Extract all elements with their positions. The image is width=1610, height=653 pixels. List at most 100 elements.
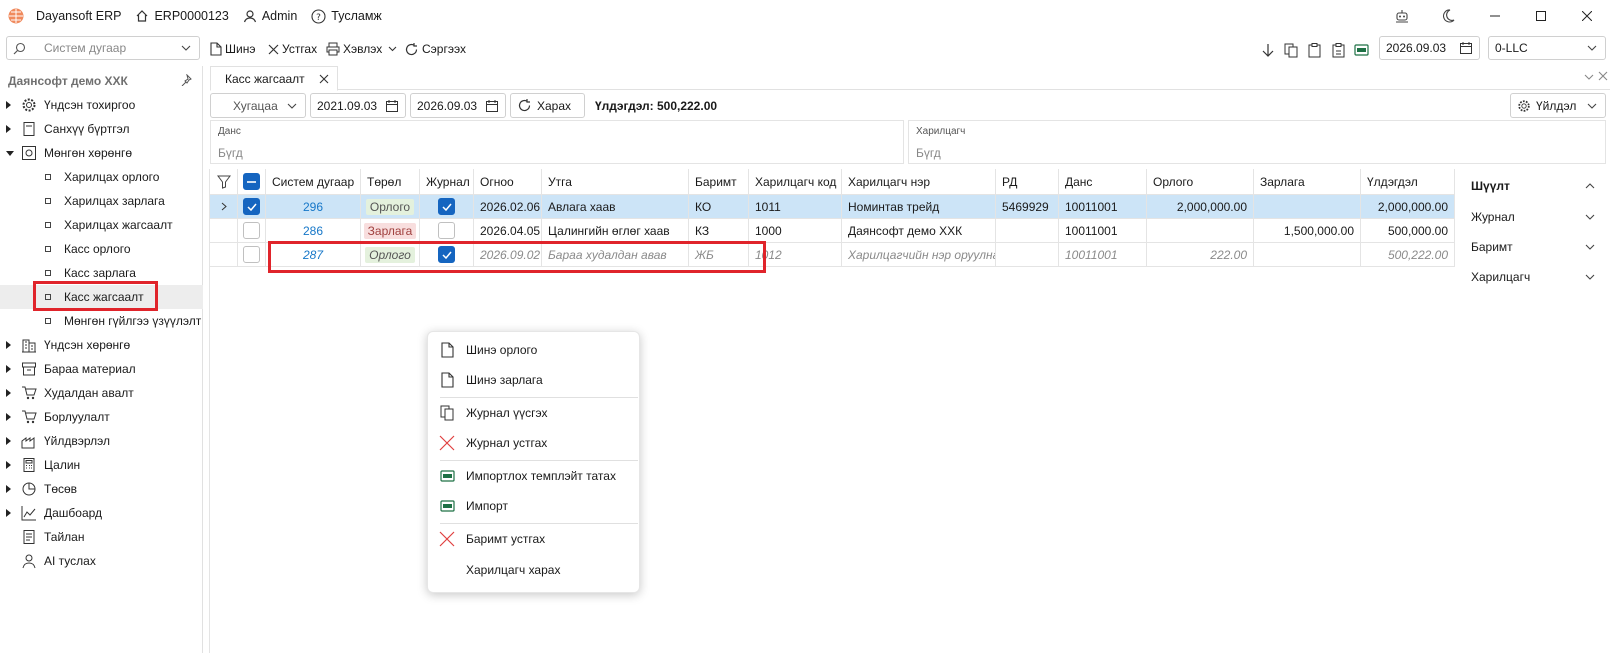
panel-partner[interactable]: Харилцагч — [1465, 266, 1595, 288]
sidebar-subitem-bank-list[interactable]: Харилцах жагсаалт — [0, 213, 203, 237]
company-select[interactable]: 0-LLC — [1488, 36, 1606, 60]
system-number-link[interactable]: 296 — [266, 195, 361, 219]
row-checkbox-cell[interactable] — [238, 243, 266, 267]
sidebar-item-basic-settings[interactable]: Үндсэн тохиргоо — [0, 93, 203, 117]
paste-special-button[interactable] — [1332, 40, 1346, 60]
user-button[interactable]: Admin — [243, 9, 297, 23]
account-filter[interactable]: Данс Бүгд — [210, 120, 904, 164]
help-button[interactable]: ? Тусламж — [311, 8, 382, 24]
row-checkbox-cell[interactable] — [238, 219, 266, 243]
sidebar-subitem-bank-expense[interactable]: Харилцах зарлага — [0, 189, 203, 213]
row-expand-toggle[interactable] — [210, 195, 238, 219]
column-header[interactable]: Баримт — [689, 169, 749, 195]
excel-button[interactable] — [1354, 40, 1369, 60]
row-checkbox[interactable] — [243, 222, 260, 239]
journal-cell[interactable] — [420, 243, 474, 267]
menu-item-view-partner[interactable]: Харилцагч харах — [428, 556, 641, 584]
sidebar-item-fixed-assets[interactable]: Үндсэн хөрөнгө — [0, 333, 203, 357]
delete-button[interactable]: Устгах — [268, 39, 317, 59]
date-picker[interactable]: 2026.09.03 — [1379, 36, 1480, 60]
journal-cell[interactable] — [420, 219, 474, 243]
partner-filter[interactable]: Харилцагч Бүгд — [908, 120, 1606, 164]
period-select[interactable]: Хугацаа — [210, 93, 306, 118]
paste-button[interactable] — [1308, 40, 1322, 60]
partner-filter-input[interactable]: Бүгд — [916, 146, 941, 160]
column-header[interactable]: Зарлага — [1254, 169, 1361, 195]
copy-button[interactable] — [1284, 40, 1298, 60]
panel-filter-header[interactable]: Шүүлт — [1465, 175, 1595, 197]
account-filter-input[interactable]: Бүгд — [218, 146, 243, 160]
journal-cell[interactable] — [420, 195, 474, 219]
action-menu-button[interactable]: Үйлдэл — [1510, 93, 1606, 118]
select-all-checkbox[interactable] — [243, 173, 260, 190]
menu-item-new-income[interactable]: Шинэ орлого — [428, 336, 641, 364]
sidebar-subitem-cash-income[interactable]: Касс орлого — [0, 237, 203, 261]
table-row[interactable]: 296 Орлого 2026.02.06 Авлага хаав КО 101… — [210, 195, 1455, 219]
sidebar-item-purchase[interactable]: Худалдан авалт — [0, 381, 203, 405]
system-number-link[interactable]: 287 — [266, 243, 361, 267]
row-checkbox[interactable] — [243, 198, 260, 215]
menu-item-import[interactable]: Импорт — [428, 492, 641, 520]
chevron-down-icon[interactable] — [1584, 74, 1594, 80]
menu-item-new-expense[interactable]: Шинэ зарлага — [428, 366, 641, 394]
column-header[interactable]: Төрөл — [361, 169, 420, 195]
search-input[interactable]: Систем дугаар — [44, 41, 126, 55]
sidebar-item-dashboard[interactable]: Дашбоард — [0, 501, 203, 525]
menu-item-delete-document[interactable]: Баримт устгах — [428, 525, 641, 553]
refresh-button[interactable]: Сэргээх — [404, 39, 466, 59]
sidebar-item-ai-assistant[interactable]: AI туслах — [0, 549, 203, 573]
print-button[interactable]: Хэвлэх — [326, 39, 397, 59]
date-from-picker[interactable]: 2021.09.03 — [310, 93, 406, 118]
tab-cash-list[interactable]: Касс жагсаалт — [210, 66, 338, 91]
journal-checkbox[interactable] — [438, 198, 455, 215]
maximize-button[interactable] — [1518, 0, 1564, 32]
view-button[interactable]: Харах — [510, 93, 585, 118]
sidebar-item-salary[interactable]: Цалин — [0, 453, 203, 477]
system-number-search[interactable]: Систем дугаар — [6, 36, 200, 60]
menu-item-download-template[interactable]: Импортлох темплэйт татах — [428, 462, 641, 490]
sidebar-subitem-cash-list[interactable]: Касс жагсаалт — [0, 285, 203, 309]
column-header[interactable]: Үлдэгдэл — [1361, 169, 1455, 195]
sidebar-item-budget[interactable]: Төсөв — [0, 477, 203, 501]
journal-checkbox[interactable] — [438, 246, 455, 263]
row-checkbox-cell[interactable] — [238, 195, 266, 219]
column-header[interactable]: Харилцагч код — [749, 169, 842, 195]
download-button[interactable] — [1262, 40, 1274, 60]
sidebar-item-production[interactable]: Үйлдвэрлэл — [0, 429, 203, 453]
moon-icon[interactable] — [1440, 8, 1456, 24]
column-header[interactable]: Журнал — [420, 169, 474, 195]
filter-column-header[interactable] — [210, 169, 238, 195]
system-number-link[interactable]: 286 — [266, 219, 361, 243]
column-header[interactable]: Огноо — [474, 169, 542, 195]
close-window-button[interactable] — [1564, 0, 1610, 32]
close-icon[interactable] — [1598, 71, 1608, 81]
panel-journal[interactable]: Журнал — [1465, 206, 1595, 228]
robot-icon[interactable] — [1394, 8, 1410, 24]
column-header[interactable]: Систем дугаар — [266, 169, 361, 195]
menu-item-delete-journal[interactable]: Журнал устгах — [428, 429, 641, 457]
sidebar-item-report[interactable]: Тайлан — [0, 525, 203, 549]
column-header[interactable]: Орлого — [1147, 169, 1254, 195]
date-to-picker[interactable]: 2026.09.03 — [410, 93, 506, 118]
table-row[interactable]: 287 Орлого 2026.09.02 Бараа худалдан ава… — [210, 243, 1455, 267]
table-row[interactable]: 286 Зарлага 2026.04.05 Цалингийн өглөг х… — [210, 219, 1455, 243]
sidebar-item-inventory[interactable]: Бараа материал — [0, 357, 203, 381]
sidebar-item-finance[interactable]: Санхүү бүртгэл — [0, 117, 203, 141]
column-header[interactable]: Утга — [542, 169, 689, 195]
column-header[interactable]: Харилцагч нэр — [842, 169, 996, 195]
home-button[interactable]: ERP0000123 — [135, 9, 229, 23]
menu-item-create-journal[interactable]: Журнал үүсгэх — [428, 399, 641, 427]
journal-checkbox[interactable] — [438, 222, 455, 239]
pin-icon[interactable] — [180, 74, 192, 86]
column-header[interactable]: РД — [996, 169, 1059, 195]
panel-document[interactable]: Баримт — [1465, 236, 1595, 258]
sidebar-subitem-cash-flow[interactable]: Мөнгөн гүйлгээ үзүүлэлт — [0, 309, 203, 333]
sidebar-subitem-bank-income[interactable]: Харилцах орлого — [0, 165, 203, 189]
new-button[interactable]: Шинэ — [210, 39, 255, 59]
sidebar-subitem-cash-expense[interactable]: Касс зарлага — [0, 261, 203, 285]
select-all-header[interactable] — [238, 169, 266, 195]
row-checkbox[interactable] — [243, 246, 260, 263]
column-header[interactable]: Данс — [1059, 169, 1147, 195]
sidebar-item-cash[interactable]: Мөнгөн хөрөнгө — [0, 141, 203, 165]
close-icon[interactable] — [319, 74, 329, 84]
